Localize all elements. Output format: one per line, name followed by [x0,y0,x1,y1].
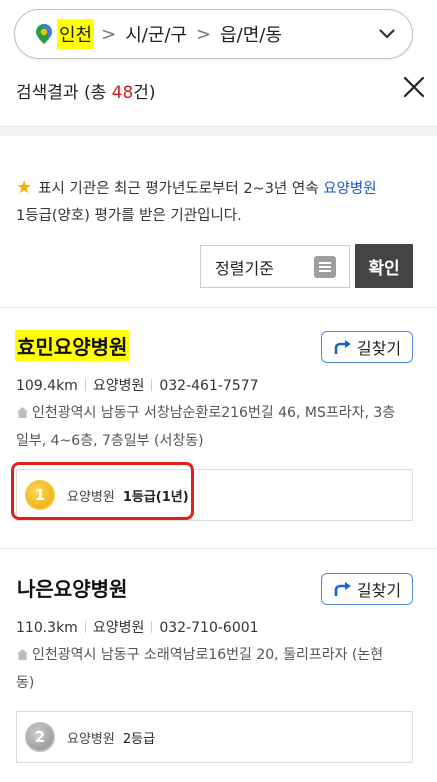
notice-part2: 1등급(양호) 평가를 받은 기관입니다. [16,208,242,224]
divider [0,307,437,308]
address-text: 인천광역시 남동구 서창남순환로216번길 46, MS프라자, 3층일부, 4… [16,405,396,449]
hospital-type: 요양병원 [92,378,145,394]
sort-select[interactable]: 정렬기준 [200,245,350,288]
confirm-button[interactable]: 확인 [355,244,413,288]
distance: 109.4km [16,378,78,394]
list-icon [314,255,336,278]
hospital-address: 인천광역시 남동구 서창남순환로216번길 46, MS프라자, 3층일부, 4… [16,400,396,454]
address-text: 인천광역시 남동구 소래역남로16번길 20, 둘리프라자 (논현동) [16,647,384,691]
result-count: 검색결과 (총 48건) [16,78,156,103]
directions-label: 길찾기 [356,339,402,358]
turn-arrow-icon [334,582,351,596]
divider [0,548,437,549]
medal-icon: 2 [25,722,55,752]
chevron-right-icon: > [196,23,212,45]
directions-button[interactable]: 길찾기 [321,331,413,363]
phone-number[interactable]: 032-710-6001 [159,620,258,636]
distance: 110.3km [16,620,78,636]
notice-part1: 표시 기관은 최근 평가년도로부터 2~3년 연속 [38,181,324,197]
directions-label: 길찾기 [356,581,402,600]
chevron-down-icon[interactable] [376,23,398,45]
grade-type: 요양병원 [67,731,115,747]
star-icon: ★ [16,177,33,198]
hospital-meta: 109.4km 요양병원 032-461-7577 [16,375,259,395]
region-city[interactable]: 인천 [57,19,95,49]
annotation-outline [11,462,194,520]
section-divider [0,126,437,136]
turn-arrow-icon [334,340,351,354]
chevron-right-icon: > [101,23,117,45]
region-selector-bar[interactable]: 인천 > 시/군/구 > 읍/면/동 [14,9,413,59]
directions-button[interactable]: 길찾기 [321,573,413,605]
result-count-number: 48 [111,83,134,103]
house-icon [16,644,29,670]
notice-highlight: 요양병원 [323,181,377,197]
result-prefix: 검색결과 (총 [16,83,112,103]
sort-label: 정렬기준 [215,258,274,278]
hospital-meta: 110.3km 요양병원 032-710-6001 [16,617,259,637]
house-icon [16,402,29,428]
close-icon[interactable] [403,76,425,98]
hospital-address: 인천광역시 남동구 소래역남로16번길 20, 둘리프라자 (논현동) [16,642,396,696]
hospital-type: 요양병원 [92,620,145,636]
region-town[interactable]: 읍/면/동 [218,19,284,49]
result-suffix: 건) [133,83,156,103]
notice-text: ★ 표시 기관은 최근 평가년도로부터 2~3년 연속 요양병원 1등급(양호) … [16,174,426,230]
grade-value: 2등급 [122,731,156,747]
grade-box: 2 요양병원 2등급 [16,711,413,763]
region-district[interactable]: 시/군/구 [123,19,189,49]
hospital-name[interactable]: 효민요양병원 [15,330,130,361]
location-pin-icon [33,23,55,45]
phone-number[interactable]: 032-461-7577 [159,378,258,394]
hospital-name[interactable]: 나은요양병원 [15,572,129,603]
